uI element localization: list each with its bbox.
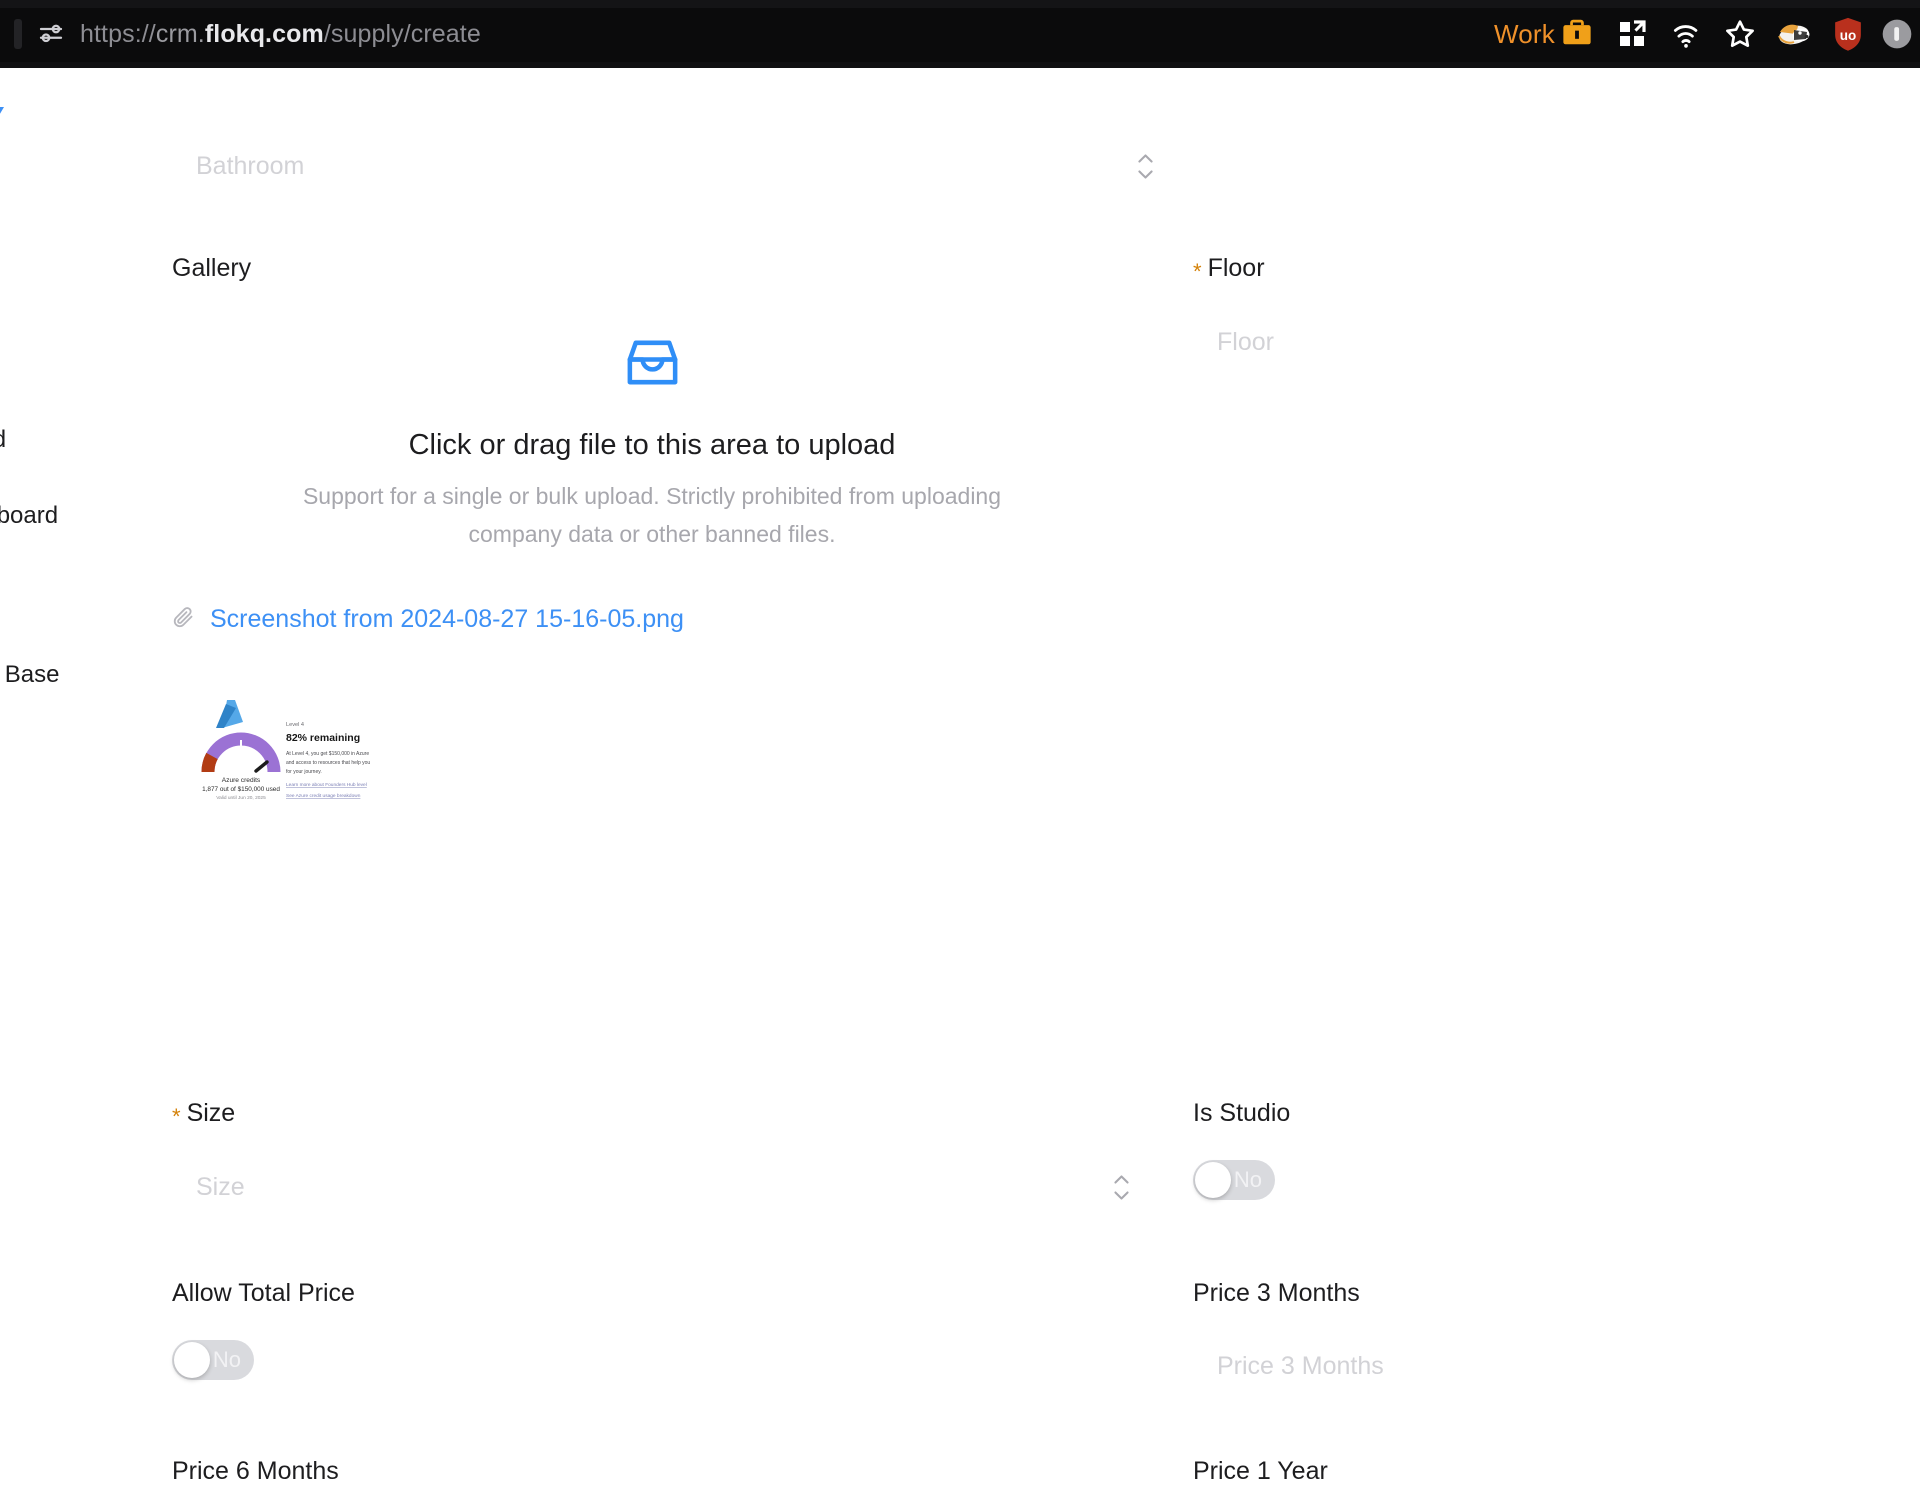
up-down-stepper-icon[interactable] (1110, 1170, 1132, 1204)
is-studio-toggle[interactable]: No (1193, 1160, 1275, 1200)
tab-edge-sliver[interactable] (14, 19, 22, 49)
uploaded-file-name[interactable]: Screenshot from 2024-08-27 15-16-05.png (210, 605, 684, 634)
toggle-value: No (1233, 1167, 1262, 1192)
ublock-shield-icon[interactable]: uo (1822, 8, 1874, 60)
inbox-upload-icon (172, 331, 1132, 399)
browser-toolbar: https://crm.flokq.com/supply/create Work (0, 0, 1920, 68)
toggle-value: No (212, 1347, 241, 1372)
upload-title: Click or drag file to this area to uploa… (408, 429, 896, 461)
page-content: ...oard ...ashboard ...dge Base Bathroom (0, 68, 1920, 1485)
is-studio-field: Is Studio No (1193, 1098, 1290, 1205)
paperclip-icon (172, 606, 195, 634)
url-text[interactable]: https://crm.flokq.com/supply/create (80, 20, 481, 49)
floor-label: * Floor (1193, 253, 1920, 284)
sidebar-item-2[interactable]: ...ashboard (0, 502, 58, 530)
price-6-months-label: Price 6 Months (172, 1457, 339, 1485)
size-label: * Size (172, 1098, 1132, 1129)
up-down-stepper-icon[interactable] (1134, 149, 1156, 183)
price-1-year-label: Price 1 Year (1193, 1457, 1328, 1485)
browser-tabstrip-edge (0, 0, 1920, 8)
sidebar-item-1[interactable]: ...oard (0, 426, 6, 454)
bookmark-star-icon[interactable] (1714, 8, 1766, 60)
size-input[interactable]: Size (196, 1161, 1132, 1213)
uploaded-file-item[interactable]: Screenshot from 2024-08-27 15-16-05.png (172, 605, 1132, 634)
svg-text:Learn more about Founders Hub: Learn more about Founders Hub level (286, 782, 367, 788)
size-label-text: Size (186, 1099, 236, 1127)
required-asterisk: * (1193, 259, 1202, 284)
size-field: * Size Size (172, 1098, 1132, 1213)
url-host: flokq.com (204, 19, 324, 48)
price-3-months-input[interactable]: Price 3 Months (1217, 1340, 1920, 1392)
toggle-knob (174, 1342, 210, 1378)
price-6-months-field: Price 6 Months (172, 1456, 339, 1486)
badger-extension-icon[interactable] (1768, 8, 1820, 60)
gallery-field: Gallery Click or drag file to this area … (172, 253, 1132, 802)
svg-text:See Azure credit usage breakdo: See Azure credit usage breakdown (286, 793, 361, 799)
sidebar-item-3[interactable]: ...dge Base (0, 661, 59, 689)
azure-credits-thumbnail[interactable]: used Azure credits 1,877 out of $150,000… (200, 694, 382, 802)
svg-text:At Level 4, you get $150,000 i: At Level 4, you get $150,000 in Azure (286, 751, 369, 757)
profile-avatar[interactable] (1882, 14, 1912, 54)
price-3-months-field: Price 3 Months Price 3 Months (1193, 1278, 1920, 1392)
svg-text:used: used (235, 750, 246, 756)
price-3-months-placeholder: Price 3 Months (1217, 1351, 1384, 1380)
svg-text:1,877 out of $150,000 used: 1,877 out of $150,000 used (202, 786, 280, 793)
tracker-waves-icon[interactable] (1660, 8, 1712, 60)
svg-text:for your journey.: for your journey. (286, 769, 322, 775)
gallery-upload-dragger[interactable]: Click or drag file to this area to uploa… (172, 331, 1132, 553)
allow-total-price-field: Allow Total Price No (172, 1278, 355, 1385)
sidebar: ...oard ...ashboard ...dge Base (0, 68, 132, 1440)
url-path: /supply/create (323, 19, 481, 48)
svg-text:Azure credits: Azure credits (222, 777, 261, 784)
allow-total-price-toggle[interactable]: No (172, 1340, 254, 1380)
profile-label: Work (1494, 18, 1555, 49)
is-studio-label: Is Studio (1193, 1099, 1291, 1127)
svg-text:Valid until Jun 20, 2025: Valid until Jun 20, 2025 (216, 795, 266, 801)
url-host-prefix: crm. (155, 19, 205, 48)
bathroom-input[interactable]: Bathroom (196, 140, 1156, 192)
site-settings-icon[interactable] (36, 19, 66, 49)
address-bar[interactable]: https://crm.flokq.com/supply/create (0, 6, 1482, 62)
briefcase-icon (1560, 17, 1594, 52)
bathroom-placeholder: Bathroom (196, 151, 305, 180)
upload-hint: Support for a single or bulk upload. Str… (302, 483, 1002, 547)
allow-total-price-label: Allow Total Price (172, 1279, 355, 1307)
url-scheme: https:// (80, 19, 156, 48)
svg-text:and access to resources that h: and access to resources that help you (286, 760, 370, 766)
gallery-label: Gallery (172, 254, 252, 282)
svg-text:Level 4: Level 4 (286, 722, 304, 728)
floor-field: * Floor Floor (1193, 253, 1920, 368)
price-3-months-label: Price 3 Months (1193, 1279, 1360, 1307)
toolbar-actions: Work uo (1482, 6, 1920, 62)
toggle-knob (1195, 1162, 1231, 1198)
app-logo (0, 92, 12, 126)
svg-text:uo: uo (1840, 28, 1857, 43)
size-placeholder: Size (196, 1172, 245, 1201)
price-1-year-field: Price 1 Year (1193, 1456, 1328, 1486)
floor-placeholder: Floor (1217, 327, 1274, 356)
required-asterisk: * (172, 1104, 181, 1129)
floor-label-text: Floor (1207, 254, 1265, 282)
profile-chip[interactable]: Work (1482, 14, 1604, 55)
floor-input[interactable]: Floor (1217, 316, 1920, 368)
svg-text:82% remaining: 82% remaining (286, 732, 360, 744)
extensions-grid-icon[interactable] (1606, 8, 1658, 60)
